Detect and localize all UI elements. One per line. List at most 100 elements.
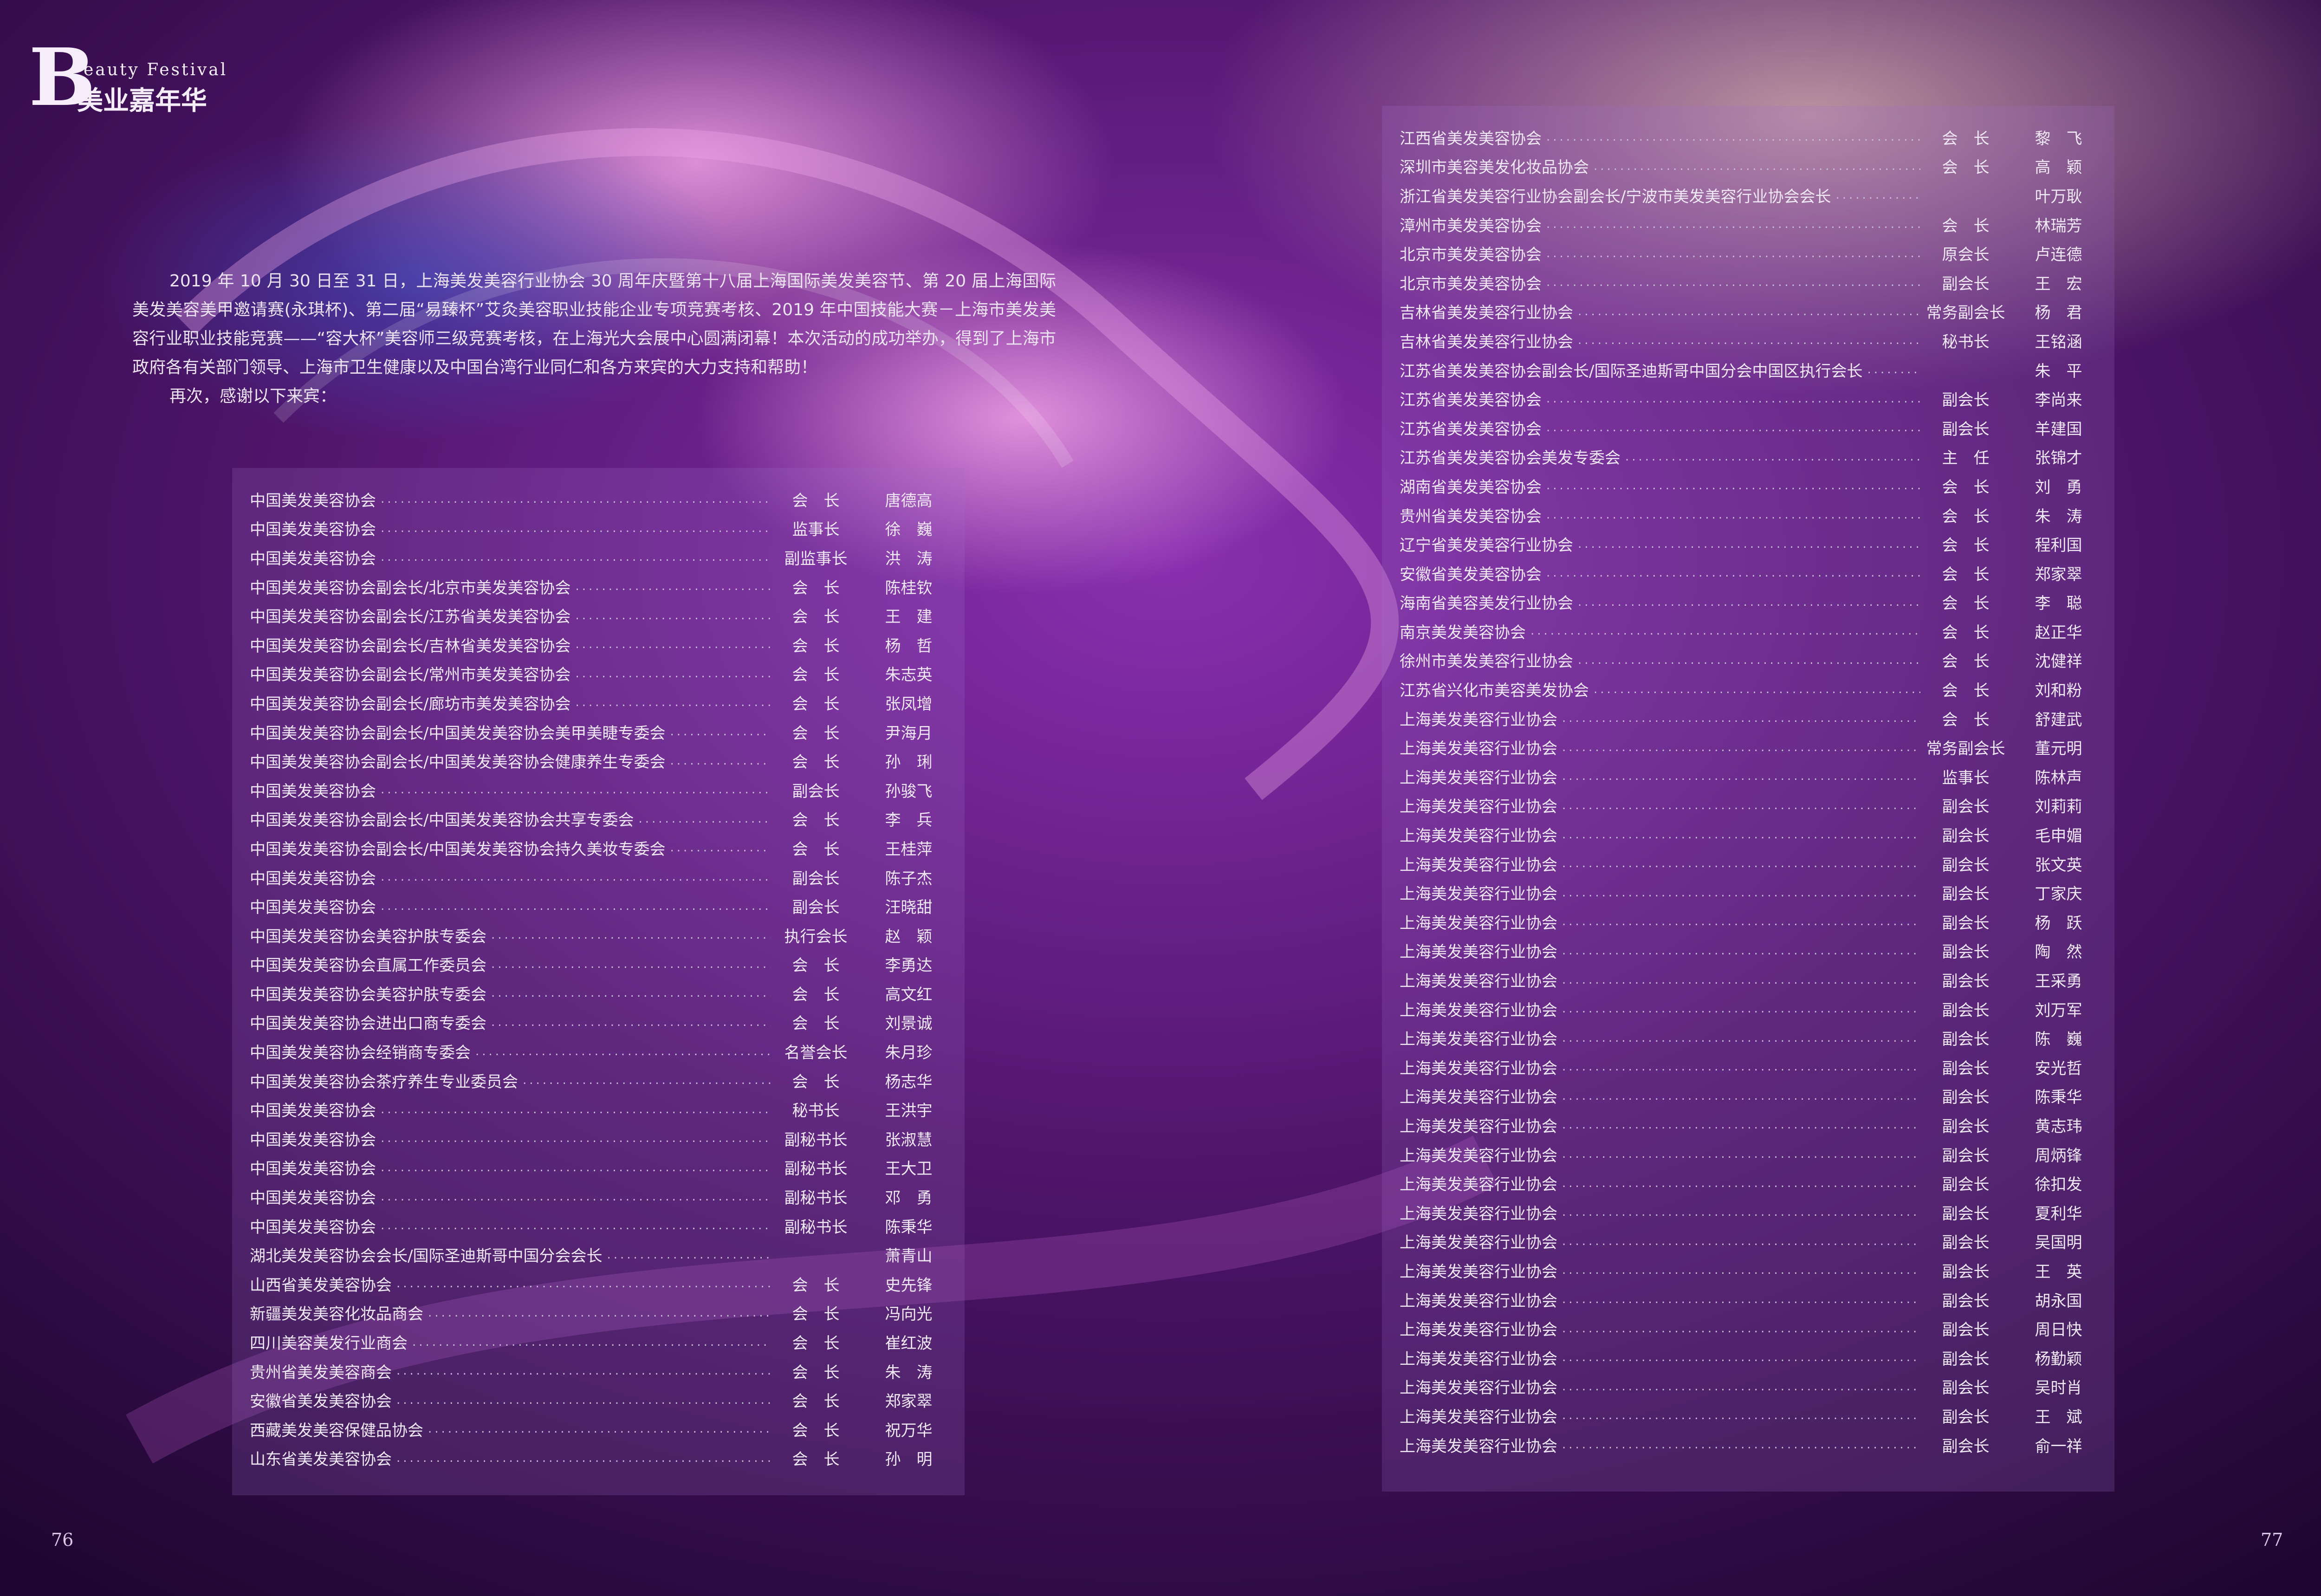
guest-row: 上海美发美容行业协会..............................… [1400,1430,2097,1460]
guest-title: 副会长 [1942,274,1990,293]
intro-thanks: 再次，感谢以下来宾： [169,387,337,406]
page-number-right: 77 [2261,1530,2283,1550]
guest-name: 李 兵 [885,811,933,830]
guest-title: 副秘书长 [784,1189,848,1208]
guest-row: 海南省美容美发行业协会.............................… [1400,588,2097,617]
guest-title: 原会长 [1942,246,1990,265]
guest-row: 中国美发美容协会................................… [250,863,947,892]
guest-row: 中国美发美容协会美容护肤专委会.........................… [250,979,947,1008]
leader-dots: ........................................… [1562,1321,1920,1336]
guest-row: 中国美发美容协会................................… [250,1182,947,1211]
guest-title: 副会长 [1942,972,1990,991]
guest-title: 会 长 [1942,478,1990,497]
guest-org: 中国美发美容协会 [250,1102,376,1121]
guest-title: 会 长 [792,694,840,714]
guest-name: 杨 君 [2035,304,2082,323]
guest-title: 会 长 [1942,536,1990,555]
guest-name: 张锦才 [2035,449,2082,468]
guest-name: 张凤增 [885,694,933,714]
leader-dots: ........................................… [428,1305,771,1320]
leader-dots: ........................................… [1562,915,1920,929]
guest-org: 西藏美发美容保健品协会 [250,1421,423,1440]
guest-org: 上海美发美容行业协会 [1400,768,1557,787]
guest-org: 上海美发美容行业协会 [1400,1175,1557,1194]
guest-org: 上海美发美容行业协会 [1400,740,1557,759]
guest-title: 会 长 [1942,710,1990,729]
guest-name: 王 英 [2035,1262,2082,1281]
guest-org: 上海美发美容行业协会 [1400,1088,1557,1107]
guest-org: 吉林省美发美容行业协会 [1400,332,1573,351]
guest-name: 董元明 [2035,740,2082,759]
guest-org: 徐州市美发美容行业协会 [1400,652,1573,671]
leader-dots: ........................................… [1562,1147,1920,1161]
guest-name: 徐扣发 [2035,1175,2082,1194]
guest-title: 副会长 [1942,1233,1990,1252]
guest-title: 副会长 [1942,1408,1990,1427]
leader-dots: ........................................… [428,1422,771,1436]
guest-org: 中国美发美容协会茶疗养生专业委员会 [250,1072,518,1091]
leader-dots: ........................................… [670,725,771,739]
guest-org: 中国美发美容协会进出口商专委会 [250,1014,486,1033]
leader-dots: ........................................… [1562,711,1920,726]
guest-title: 会 长 [792,491,840,510]
guest-name: 王 建 [885,608,933,627]
guest-name: 崔红波 [885,1334,933,1353]
guest-org: 漳州市美发美容协会 [1400,216,1542,235]
guest-name: 黄志玮 [2035,1117,2082,1136]
leader-dots: ........................................… [381,521,771,535]
leader-dots: ........................................… [381,1102,771,1116]
guest-row: 徐州市美发美容行业协会.............................… [1400,646,2097,675]
leader-dots: ........................................… [1562,769,1920,784]
guest-row: 辽宁省美发美容行业协会.............................… [1400,529,2097,558]
guest-name: 杨勤颖 [2035,1349,2082,1369]
leader-dots: ........................................… [412,1335,771,1349]
leader-dots: ........................................… [607,1247,771,1262]
leader-dots: ........................................… [1578,537,1920,551]
guest-org: 辽宁省美发美容行业协会 [1400,536,1573,555]
leader-dots: ........................................… [1562,1350,1920,1365]
leader-dots: ........................................… [1562,1379,1920,1394]
guest-name: 陈秉华 [885,1218,933,1237]
guest-name: 陈子杰 [885,869,933,888]
guest-title: 会 长 [1942,594,1990,613]
guest-name: 朱 涛 [2035,507,2082,526]
leader-dots: ........................................… [1530,624,1920,638]
leader-dots: ........................................… [1578,653,1920,667]
guest-row: 湖北美发美容协会会长/国际圣迪斯哥中国分会会长.................… [250,1240,947,1269]
guest-title: 副会长 [1942,1349,1990,1369]
leader-dots: ........................................… [1546,421,1920,435]
guest-name: 夏利华 [2035,1204,2082,1223]
guest-org: 中国美发美容协会副会长/中国美发美容协会共享专委会 [250,811,634,830]
guest-title: 执行会长 [784,927,848,946]
guest-org: 江苏省美发美容协会 [1400,420,1542,439]
leader-dots: ........................................… [1546,130,1920,144]
guest-name: 安光哲 [2035,1059,2082,1078]
guest-row: 安徽省美发美容协会...............................… [250,1385,947,1414]
guest-org: 中国美发美容协会 [250,491,376,510]
guest-title: 副会长 [1942,1204,1990,1223]
guest-org: 中国美发美容协会副会长/北京市美发美容协会 [250,578,571,597]
leader-dots: ........................................… [670,841,771,855]
guest-row: 中国美发美容协会美容护肤专委会.........................… [250,921,947,950]
guest-name: 沈健祥 [2035,652,2082,671]
guest-name: 刘万军 [2035,1001,2082,1020]
guest-row: 浙江省美发美容行业协会副会长/宁波市美发美容行业协会会长............… [1400,181,2097,210]
leader-dots: ........................................… [381,492,771,506]
guest-name: 羊建国 [2035,420,2082,439]
guest-name: 赵 颖 [885,927,933,946]
guest-title: 会 长 [792,1363,840,1382]
guest-org: 江苏省兴化市美容美发协会 [1400,681,1589,701]
guest-row: 上海美发美容行业协会..............................… [1400,1314,2097,1343]
guest-org: 上海美发美容行业协会 [1400,943,1557,962]
guest-title: 副会长 [1942,1117,1990,1136]
guest-row: 上海美发美容行业协会..............................… [1400,878,2097,907]
guest-title: 会 长 [792,1450,840,1469]
guest-title: 副会长 [1942,856,1990,875]
leader-dots: ........................................… [1578,304,1920,318]
guest-row: 湖南省美发美容协会...............................… [1400,471,2097,500]
guest-name: 张文英 [2035,856,2082,875]
guest-title: 副会长 [792,869,840,888]
guest-org: 深圳市美容美发化妆品协会 [1400,158,1589,177]
guest-title: 会 长 [792,753,840,772]
guest-name: 刘莉莉 [2035,798,2082,817]
